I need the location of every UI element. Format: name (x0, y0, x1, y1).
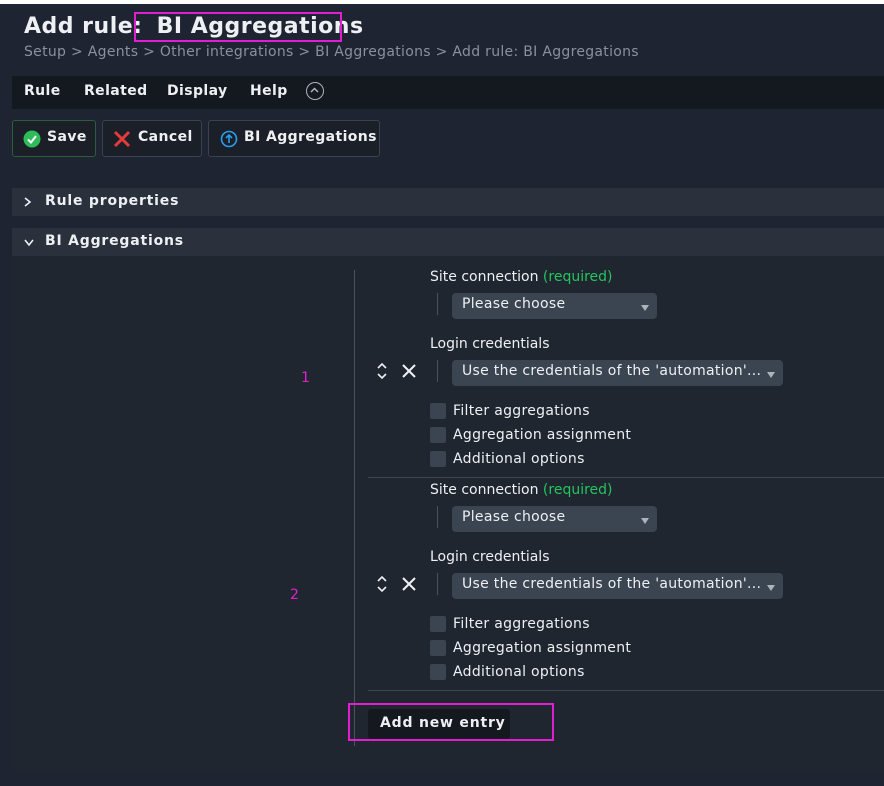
save-button[interactable]: Save (12, 120, 96, 157)
checkbox-label: Filter aggregations (453, 616, 590, 632)
top-border (0, 0, 884, 4)
sort-arrows-icon[interactable] (375, 361, 389, 385)
add-entry-highlight-box (348, 703, 554, 741)
checkbox-label: Additional options (453, 451, 585, 467)
check-circle-icon (23, 130, 41, 152)
required-marker: (required) (542, 482, 613, 498)
field-indent-line (437, 360, 438, 382)
save-label: Save (47, 129, 87, 145)
page-title-prefix: Add rule: (24, 14, 143, 39)
aggregation-assignment-checkbox[interactable] (430, 640, 446, 656)
site-connection-text: Site connection (430, 269, 539, 285)
checkbox-label: Aggregation assignment (453, 640, 632, 656)
bi-aggregations-body (12, 256, 884, 772)
login-credentials-label: Login credentials (430, 549, 550, 565)
cancel-label: Cancel (138, 129, 193, 145)
chevron-down-icon (23, 236, 35, 252)
dropdown-arrow-icon (641, 518, 649, 524)
filter-aggregations-checkbox[interactable] (430, 403, 446, 419)
close-icon[interactable] (401, 576, 417, 596)
menu-bar: Rule Related Display Help (12, 76, 884, 109)
checkbox-label: Aggregation assignment (453, 427, 632, 443)
red-x-icon (113, 130, 131, 152)
bi-aggregations-header[interactable]: BI Aggregations (12, 228, 884, 256)
aggregation-assignment-checkbox[interactable] (430, 427, 446, 443)
dropdown-arrow-icon (641, 305, 649, 311)
entry-index: 1 (301, 370, 310, 386)
additional-options-checkbox[interactable] (430, 451, 446, 467)
select-value: Please choose (462, 296, 566, 312)
dropdown-arrow-icon (767, 585, 775, 591)
select-value: Please choose (462, 509, 566, 525)
cancel-button[interactable]: Cancel (102, 120, 202, 157)
bi-aggregations-title: BI Aggregations (45, 233, 184, 249)
menu-help[interactable]: Help (250, 83, 288, 99)
checkbox-label: Filter aggregations (453, 403, 590, 419)
menu-related[interactable]: Related (84, 83, 148, 99)
chevron-up-circle-icon[interactable] (306, 82, 324, 100)
select-value: Use the credentials of the 'automation'.… (462, 363, 762, 379)
page-bottom (12, 772, 884, 786)
parent-label: BI Aggregations (244, 129, 377, 145)
bi-aggregations-parent-button[interactable]: BI Aggregations (208, 120, 380, 157)
field-indent-line (437, 293, 438, 315)
up-arrow-circle-icon (220, 130, 238, 152)
site-connection-select[interactable]: Please choose (452, 293, 657, 319)
menu-rule[interactable]: Rule (24, 83, 61, 99)
login-credentials-select[interactable]: Use the credentials of the 'automation'.… (452, 360, 783, 386)
entry-separator (368, 477, 884, 478)
filter-aggregations-checkbox[interactable] (430, 616, 446, 632)
select-value: Use the credentials of the 'automation'.… (462, 576, 762, 592)
rule-properties-header[interactable]: Rule properties (12, 188, 884, 216)
menu-display[interactable]: Display (167, 83, 228, 99)
login-credentials-select[interactable]: Use the credentials of the 'automation'.… (452, 573, 783, 599)
required-marker: (required) (542, 269, 613, 285)
checkbox-label: Additional options (453, 664, 585, 680)
rule-properties-title: Rule properties (45, 193, 180, 209)
site-connection-text: Site connection (430, 482, 539, 498)
entry-index: 2 (290, 587, 299, 603)
list-divider (354, 270, 355, 746)
breadcrumb[interactable]: Setup > Agents > Other integrations > BI… (24, 44, 639, 60)
sort-arrows-icon[interactable] (375, 574, 389, 598)
title-highlight-box (134, 12, 342, 42)
site-connection-label: Site connection (required) (430, 482, 613, 498)
close-icon[interactable] (401, 363, 417, 383)
dropdown-arrow-icon (767, 372, 775, 378)
login-credentials-label: Login credentials (430, 336, 550, 352)
field-indent-line (437, 573, 438, 595)
chevron-right-icon (23, 196, 33, 212)
additional-options-checkbox[interactable] (430, 664, 446, 680)
site-connection-label: Site connection (required) (430, 269, 613, 285)
field-indent-line (437, 506, 438, 528)
entry-separator (368, 690, 884, 691)
site-connection-select[interactable]: Please choose (452, 506, 657, 532)
